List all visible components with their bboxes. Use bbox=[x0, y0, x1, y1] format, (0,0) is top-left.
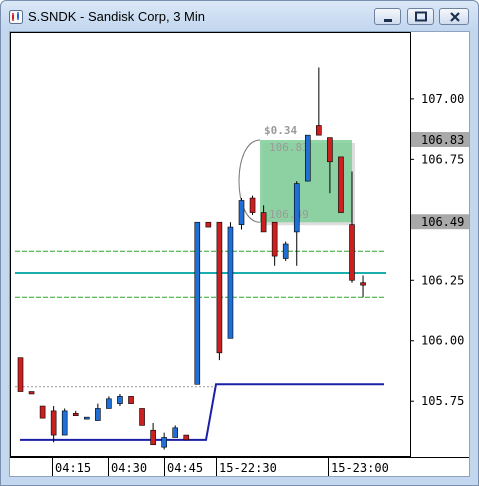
price-tags: 106.83 106.49 bbox=[411, 132, 469, 230]
candle-body bbox=[106, 398, 112, 409]
price-tick-label: 106.00 bbox=[421, 334, 464, 348]
candle-body bbox=[161, 437, 167, 448]
up-candle bbox=[61, 408, 68, 436]
price-tick-label: 107.00 bbox=[421, 92, 464, 106]
time-tick-label: 15-23:00 bbox=[331, 461, 389, 475]
maximize-icon bbox=[415, 11, 427, 22]
candle-body bbox=[172, 427, 178, 438]
candle-body bbox=[327, 137, 333, 163]
candle-body bbox=[260, 212, 267, 233]
chart-window: S.SNDK - Sandisk Corp, 3 Min 107.00 106.7… bbox=[0, 0, 479, 486]
close-button[interactable] bbox=[439, 8, 469, 25]
window-title: S.SNDK - Sandisk Corp, 3 Min bbox=[28, 9, 206, 24]
chart-app-icon bbox=[9, 10, 23, 24]
candle-body bbox=[249, 197, 256, 213]
close-icon bbox=[450, 12, 460, 22]
down-candle bbox=[128, 396, 134, 404]
candle-body bbox=[17, 357, 24, 392]
down-candle bbox=[216, 221, 223, 361]
candle-body bbox=[349, 224, 355, 281]
candle-body bbox=[61, 410, 68, 436]
down-candle bbox=[139, 408, 145, 426]
candle-body bbox=[216, 221, 223, 354]
maximize-button[interactable] bbox=[407, 8, 434, 25]
up-candle bbox=[304, 134, 311, 182]
candle-body bbox=[194, 221, 201, 385]
price-tick-label: 105.75 bbox=[421, 394, 464, 408]
price-chart[interactable]: 107.00106.75106.50106.25106.00105.75 04:… bbox=[10, 32, 469, 476]
measure-top-value: 106.83 bbox=[269, 141, 309, 154]
price-tick-label: 106.25 bbox=[421, 273, 464, 287]
down-candle bbox=[338, 156, 344, 213]
candle-body bbox=[72, 413, 79, 417]
candle-body bbox=[84, 416, 90, 420]
up-candle bbox=[194, 221, 201, 385]
candle-body bbox=[271, 221, 278, 257]
down-candle bbox=[249, 195, 256, 215]
time-tick-label: 15-22:30 bbox=[219, 461, 277, 475]
candle-body bbox=[139, 408, 145, 426]
candle-body bbox=[282, 243, 289, 259]
candle-body bbox=[338, 156, 344, 213]
price-tag-lower: 106.49 bbox=[421, 215, 464, 229]
candle-body bbox=[28, 391, 35, 395]
down-candle bbox=[28, 391, 35, 395]
up-candle bbox=[227, 222, 234, 339]
time-tick-label: 04:15 bbox=[55, 461, 91, 475]
candle-body bbox=[227, 226, 234, 339]
time-tick-label: 04:45 bbox=[167, 461, 203, 475]
up-candle bbox=[84, 416, 90, 420]
measure-delta-label: $0.34 bbox=[264, 124, 297, 137]
candle-body bbox=[128, 396, 134, 404]
minimize-button[interactable] bbox=[374, 8, 401, 25]
candle-body bbox=[95, 408, 101, 421]
candle-body bbox=[50, 410, 57, 436]
candle-body bbox=[238, 200, 245, 225]
measure-bottom-value: 106.49 bbox=[269, 208, 309, 221]
candle-body bbox=[205, 221, 212, 228]
price-tag-upper: 106.83 bbox=[421, 133, 464, 147]
down-candle bbox=[205, 221, 212, 228]
time-tick-label: 04:30 bbox=[111, 461, 147, 475]
candle-body bbox=[304, 134, 311, 182]
candle-body bbox=[316, 125, 322, 136]
down-candle bbox=[39, 405, 46, 419]
candle-body bbox=[360, 282, 366, 286]
down-candle bbox=[183, 434, 190, 441]
minimize-icon bbox=[384, 19, 392, 22]
candle-body bbox=[150, 429, 156, 446]
price-tick-label: 106.75 bbox=[421, 152, 464, 166]
up-candle bbox=[238, 198, 245, 230]
down-candle bbox=[17, 357, 24, 392]
title-bar[interactable]: S.SNDK - Sandisk Corp, 3 Min bbox=[1, 1, 478, 31]
candle-body bbox=[117, 396, 123, 404]
candle-body bbox=[39, 405, 46, 419]
up-candle bbox=[282, 241, 289, 261]
candle-body bbox=[293, 183, 300, 233]
candle-body bbox=[183, 434, 190, 441]
